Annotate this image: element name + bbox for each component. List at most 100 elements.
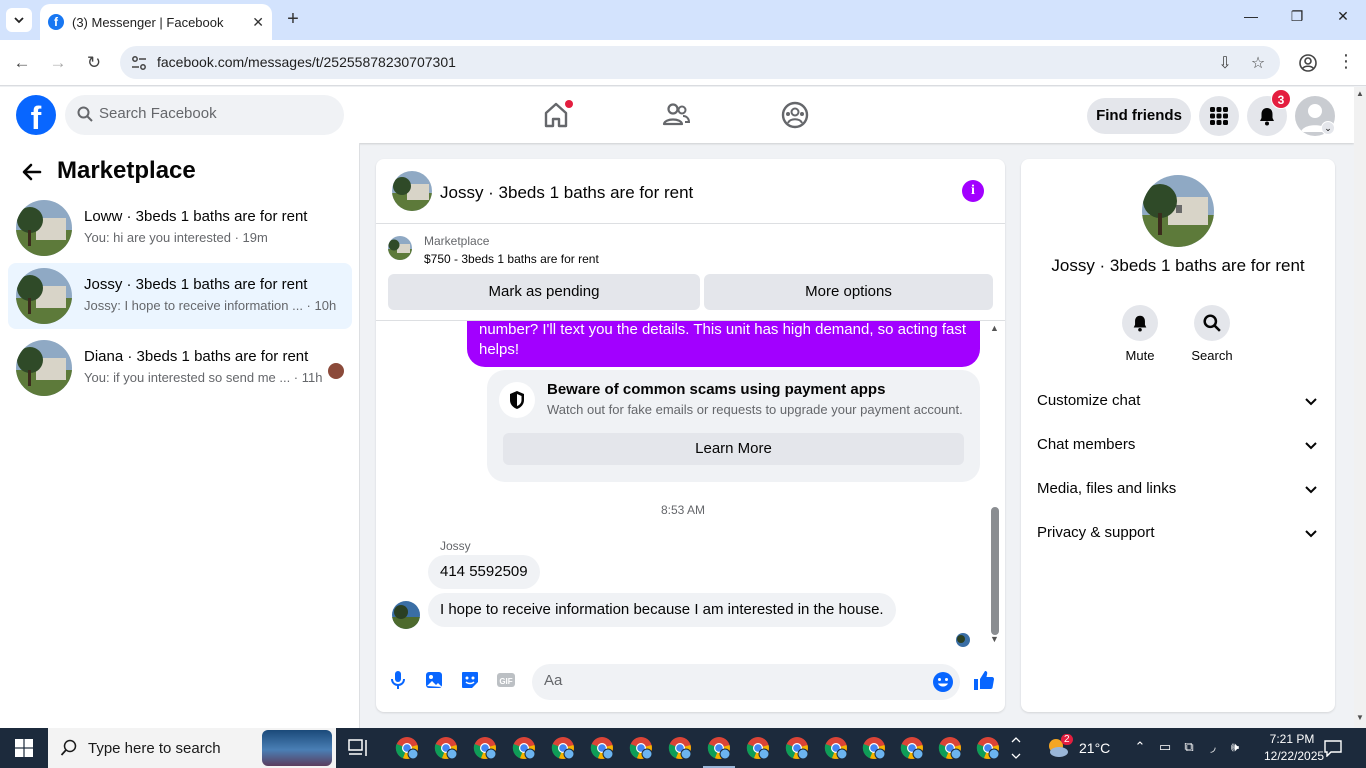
search-highlight-image[interactable] <box>262 730 332 766</box>
conversation-name: Loww · 3beds 1 baths are for rent <box>84 208 308 225</box>
close-window-button[interactable]: ✕ <box>1320 8 1366 32</box>
media-files-links-section[interactable]: Media, files and links <box>1037 467 1319 511</box>
mute-button[interactable]: Mute <box>1110 305 1170 363</box>
task-view-icon[interactable] <box>348 738 370 758</box>
chrome-taskbar-icon[interactable] <box>512 736 536 760</box>
scroll-down-icon[interactable]: ▼ <box>990 634 999 644</box>
conversation-details-panel: Jossy · 3beds 1 baths are for rent Mute … <box>1021 159 1335 712</box>
friends-icon[interactable] <box>660 99 692 131</box>
chrome-taskbar-icon[interactable] <box>434 736 458 760</box>
contact-avatar[interactable] <box>1142 175 1214 247</box>
read-receipt-avatar <box>956 633 970 647</box>
temperature[interactable]: 21°C <box>1079 740 1110 756</box>
find-friends-button[interactable]: Find friends <box>1087 98 1191 134</box>
info-icon[interactable]: i <box>962 180 984 202</box>
chat-members-section[interactable]: Chat members <box>1037 423 1319 467</box>
chrome-taskbar-icon[interactable] <box>824 736 848 760</box>
page-scrollbar[interactable]: ▲ ▼ <box>1354 87 1366 728</box>
conversation-item[interactable]: Loww · 3beds 1 baths are for rent You: h… <box>8 195 352 261</box>
emoji-icon[interactable] <box>932 671 954 693</box>
forward-arrow-icon[interactable]: → <box>47 52 69 74</box>
new-tab-button[interactable]: + <box>282 8 304 32</box>
message-input-box[interactable] <box>532 664 960 700</box>
mark-as-pending-button[interactable]: Mark as pending <box>388 274 700 310</box>
tab-search-button[interactable] <box>6 8 32 32</box>
chrome-taskbar-icon[interactable] <box>473 736 497 760</box>
chrome-taskbar-icon[interactable] <box>785 736 809 760</box>
browser-tab-strip: f (3) Messenger | Facebook ✕ + — ❐ ✕ <box>0 0 1366 40</box>
scroll-down-icon[interactable]: ▼ <box>1356 713 1364 722</box>
chrome-taskbar-icon[interactable] <box>668 736 692 760</box>
chrome-taskbar-icon[interactable] <box>590 736 614 760</box>
gif-icon[interactable]: GIF <box>495 669 517 691</box>
site-settings-icon[interactable] <box>130 54 148 72</box>
browser-menu-icon[interactable]: ⋮ <box>1337 51 1355 72</box>
account-chevron-down-icon[interactable]: ⌄ <box>1321 121 1335 135</box>
microphone-icon[interactable] <box>387 669 409 691</box>
privacy-support-section[interactable]: Privacy & support <box>1037 511 1319 555</box>
listing-description[interactable]: $750 - 3beds 1 baths are for rent <box>424 252 599 266</box>
chrome-taskbar-icon[interactable] <box>551 736 575 760</box>
shield-icon <box>510 391 524 409</box>
facebook-favicon-icon: f <box>48 14 64 30</box>
chrome-taskbar-icon[interactable] <box>938 736 962 760</box>
taskbar-search[interactable]: Type here to search <box>48 728 336 768</box>
thumbs-up-icon[interactable] <box>972 668 996 692</box>
photo-icon[interactable] <box>423 669 445 691</box>
conversation-item[interactable]: Diana · 3beds 1 baths are for rent You: … <box>8 335 352 401</box>
meet-now-icon[interactable]: ⧉ <box>1180 739 1198 757</box>
chrome-taskbar-icon[interactable] <box>746 736 770 760</box>
more-options-button[interactable]: More options <box>704 274 993 310</box>
chevron-up-icon[interactable]: ⌃ <box>1131 739 1149 757</box>
listing-thumbnail <box>388 236 412 260</box>
start-button[interactable] <box>0 728 48 768</box>
browser-tab[interactable]: f (3) Messenger | Facebook ✕ <box>40 4 272 40</box>
chat-title[interactable]: Jossy · 3beds 1 baths are for rent <box>440 183 693 203</box>
wifi-icon[interactable]: ◞ <box>1204 739 1222 757</box>
reload-icon[interactable]: ↻ <box>83 52 105 74</box>
volume-icon[interactable]: 🕪 <box>1226 739 1244 757</box>
bookmark-star-icon[interactable]: ☆ <box>1248 53 1268 73</box>
install-app-icon[interactable]: ⇩ <box>1215 53 1235 73</box>
sticker-icon[interactable] <box>459 669 481 691</box>
tab-close-icon[interactable]: ✕ <box>252 14 264 31</box>
maximize-button[interactable]: ❐ <box>1274 8 1320 32</box>
menu-button[interactable] <box>1199 96 1239 136</box>
chrome-taskbar-icon[interactable] <box>703 736 735 768</box>
message-input[interactable] <box>544 672 914 689</box>
conversation-sidebar: Marketplace Loww · 3beds 1 baths are for… <box>0 143 360 728</box>
chrome-taskbar-icon[interactable] <box>395 736 419 760</box>
scroll-up-icon[interactable]: ▲ <box>1356 89 1364 98</box>
battery-icon[interactable]: ▭ <box>1156 739 1174 757</box>
chrome-taskbar-icon[interactable] <box>900 736 924 760</box>
scrollbar-thumb[interactable] <box>991 507 999 635</box>
message-list[interactable]: number? I'll text you the details. This … <box>376 321 1005 656</box>
chrome-taskbar-icon[interactable] <box>976 736 1000 760</box>
scroll-up-icon[interactable]: ▲ <box>990 323 999 333</box>
groups-icon[interactable] <box>779 99 811 131</box>
chat-avatar[interactable] <box>392 171 432 211</box>
omnibox[interactable]: facebook.com/messages/t/2525587823070730… <box>120 46 1280 79</box>
profile-icon[interactable] <box>1298 53 1318 73</box>
chrome-taskbar-icon[interactable] <box>862 736 886 760</box>
learn-more-button[interactable]: Learn More <box>503 433 964 465</box>
taskbar-overflow-icon[interactable] <box>1010 728 1022 768</box>
search-in-conversation-button[interactable]: Search <box>1182 305 1242 363</box>
customize-chat-section[interactable]: Customize chat <box>1037 379 1319 423</box>
sender-name: Jossy <box>440 539 471 553</box>
back-arrow-icon[interactable]: ← <box>11 52 33 74</box>
grid-menu-icon <box>1210 107 1228 125</box>
minimize-button[interactable]: — <box>1228 8 1274 32</box>
clock[interactable]: 7:21 PM 12/22/2025 <box>1264 731 1324 765</box>
chrome-taskbar-icon[interactable] <box>629 736 653 760</box>
facebook-search[interactable] <box>65 95 344 135</box>
back-arrow-icon[interactable] <box>20 160 44 184</box>
conversation-item[interactable]: Jossy · 3beds 1 baths are for rent Jossy… <box>8 263 352 329</box>
search-input[interactable] <box>99 105 329 122</box>
notification-center-icon[interactable] <box>1324 739 1342 757</box>
home-notification-dot <box>565 100 573 108</box>
message-scrollbar[interactable]: ▲ ▼ <box>988 321 1002 656</box>
weather-badge: 2 <box>1061 734 1073 745</box>
facebook-logo[interactable]: f <box>16 95 56 135</box>
scam-warning-text: Watch out for fake emails or requests to… <box>547 402 963 417</box>
